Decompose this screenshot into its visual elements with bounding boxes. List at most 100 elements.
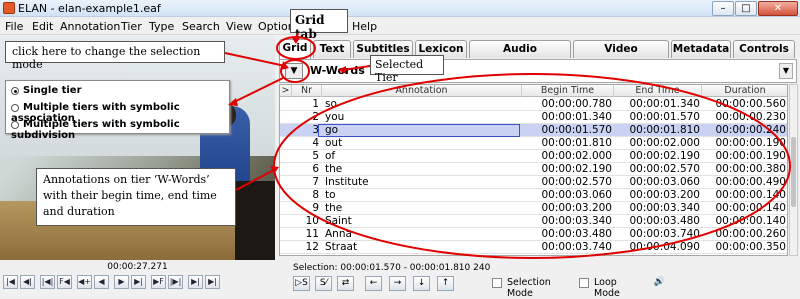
menu-tier[interactable]: Tier <box>121 20 142 33</box>
callout-selection-mode: click here to change the selection mode <box>5 41 225 71</box>
previous-annotation-button[interactable]: ← <box>365 276 382 291</box>
table-row[interactable]: 12 Straat 00:00:03.740 00:00:04.090 00:00:00… <box>280 241 787 254</box>
previous-scrollview-button[interactable]: ◀| <box>20 275 35 289</box>
menu-help[interactable]: Help <box>352 20 377 33</box>
cell-annotation[interactable]: Institute <box>325 176 520 189</box>
cell-annotation[interactable]: the <box>325 202 520 215</box>
cell-end-time: 00:00:04.090 <box>629 241 700 253</box>
tab-text[interactable]: Text <box>313 40 351 58</box>
minimize-button[interactable]: – <box>712 1 734 16</box>
title-bar: ELAN - elan-example1.eaf – □ ✕ <box>0 0 800 17</box>
volume-icon[interactable]: 🔊 <box>651 276 668 291</box>
tab-audio-recognizer[interactable]: Audio Recognizer <box>469 40 571 71</box>
cell-begin-time: 00:00:02.190 <box>541 163 612 175</box>
tier-dropdown-icon[interactable]: ▼ <box>779 63 793 79</box>
popup-item-symbolic-subdivision[interactable]: Multiple tiers with symbolic subdivision <box>11 119 229 141</box>
cell-annotation[interactable]: of <box>325 150 520 163</box>
scrollbar-thumb[interactable] <box>791 137 796 207</box>
cell-duration: 00:00:00.140 <box>715 202 786 214</box>
table-row[interactable]: 5 of 00:00:02.000 00:00:02.190 00:00:00.190 <box>280 150 787 163</box>
close-button[interactable]: ✕ <box>758 1 798 16</box>
cell-annotation[interactable]: Anna <box>325 228 520 241</box>
cell-annotation[interactable]: go <box>325 124 520 137</box>
cell-duration: 00:00:00.140 <box>715 189 786 201</box>
play-selection-back-button[interactable]: ◀ <box>94 275 109 289</box>
header-begin-time[interactable]: Begin Time <box>522 85 614 97</box>
table-row[interactable]: 8 to 00:00:03.060 00:00:03.200 00:00:00.140 <box>280 189 787 202</box>
annotation-below-button[interactable]: ↓ <box>413 276 430 291</box>
next-annotation-button[interactable]: → <box>389 276 406 291</box>
header-annotation[interactable]: Annotation <box>322 85 522 97</box>
toggle-active-boundary-button[interactable]: ⇄ <box>337 276 354 291</box>
table-row[interactable]: 1 so 00:00:00.780 00:00:01.340 00:00:00.560 <box>280 98 787 111</box>
menu-edit[interactable]: Edit <box>32 20 53 33</box>
next-frame-button[interactable]: ▶F <box>151 275 166 289</box>
header-duration[interactable]: Duration <box>702 85 787 97</box>
go-to-begin-button[interactable]: |◀ <box>3 275 18 289</box>
cell-annotation[interactable]: you <box>325 111 520 124</box>
annotation-above-button[interactable]: ↑ <box>437 276 454 291</box>
cell-duration: 00:00:00.350 <box>715 241 786 253</box>
header-nr[interactable]: Nr <box>292 85 322 97</box>
table-row[interactable]: 4 out 00:00:01.810 00:00:02.000 00:00:00.190 <box>280 137 787 150</box>
tab-metadata[interactable]: Metadata <box>671 40 731 58</box>
cell-annotation[interactable]: out <box>325 137 520 150</box>
selection-mode-label: Selection Mode <box>507 277 551 299</box>
cell-end-time: 00:00:03.340 <box>629 202 700 214</box>
table-row[interactable]: 6 the 00:00:02.190 00:00:02.570 00:00:00.380 <box>280 163 787 176</box>
maximize-button[interactable]: □ <box>735 1 757 16</box>
loop-mode-label: Loop Mode <box>594 277 620 299</box>
popup-item-single-tier[interactable]: Single tier <box>11 85 82 96</box>
cell-nr: 6 <box>312 163 319 175</box>
cell-annotation[interactable]: so <box>325 98 520 111</box>
cell-nr: 1 <box>312 98 319 110</box>
tier-selector[interactable]: ▼ W-Words ▼ <box>279 59 797 83</box>
table-row[interactable]: 11 Anna 00:00:03.480 00:00:03.740 00:00:00.2… <box>280 228 787 241</box>
cell-nr: 8 <box>312 189 319 201</box>
cell-begin-time: 00:00:02.570 <box>541 176 612 188</box>
table-row[interactable]: 10 Saint 00:00:03.340 00:00:03.480 00:00:00.… <box>280 215 787 228</box>
next-pixel-button[interactable]: ▶| <box>131 275 146 289</box>
header-marker[interactable]: > <box>280 85 292 97</box>
cell-duration: 00:00:00.380 <box>715 163 786 175</box>
grid-scrollbar[interactable] <box>789 84 798 256</box>
play-pause-button[interactable]: ▶ <box>114 275 129 289</box>
cell-duration: 00:00:00.140 <box>715 215 786 227</box>
table-row[interactable]: 2 you 00:00:01.340 00:00:01.570 00:00:00.230 <box>280 111 787 124</box>
table-row[interactable]: 3 go 00:00:01.570 00:00:01.810 00:00:00.240 <box>280 124 787 137</box>
tab-controls[interactable]: Controls <box>733 40 795 58</box>
header-end-time[interactable]: End Time <box>614 85 702 97</box>
tab-video-recognizer[interactable]: Video Recognizer <box>573 40 669 71</box>
clear-selection-button[interactable]: S⁄ <box>315 276 332 291</box>
window-title: ELAN - elan-example1.eaf <box>18 2 161 15</box>
cell-annotation[interactable]: Saint <box>325 215 520 228</box>
menu-search[interactable]: Search <box>182 20 220 33</box>
menu-view[interactable]: View <box>226 20 252 33</box>
cell-end-time: 00:00:03.060 <box>629 176 700 188</box>
table-row[interactable]: 9 the 00:00:03.200 00:00:03.340 00:00:00.140 <box>280 202 787 215</box>
selection-mode-button[interactable]: ▼ <box>285 63 303 79</box>
play-selection-button[interactable]: ▷S <box>293 276 310 291</box>
previous-pixel-button[interactable]: ◀+ <box>77 275 92 289</box>
cell-annotation[interactable]: to <box>325 189 520 202</box>
media-timecode: 00:00:27.271 <box>107 262 168 272</box>
selection-mode-checkbox[interactable] <box>492 278 502 288</box>
cell-end-time: 00:00:03.480 <box>629 215 700 227</box>
menu-file[interactable]: File <box>5 20 23 33</box>
menu-type[interactable]: Type <box>149 20 174 33</box>
table-row[interactable]: 7 Institute 00:00:02.570 00:00:03.060 00:00:… <box>280 176 787 189</box>
cell-end-time: 00:00:02.000 <box>629 137 700 149</box>
next-second-button[interactable]: |▶| <box>168 275 183 289</box>
cell-annotation[interactable]: Straat <box>325 241 520 254</box>
go-to-end-button[interactable]: ▶| <box>205 275 220 289</box>
cell-annotation[interactable]: the <box>325 163 520 176</box>
cell-begin-time: 00:00:03.060 <box>541 189 612 201</box>
loop-mode-checkbox[interactable] <box>579 278 589 288</box>
tab-grid[interactable]: Grid <box>279 39 311 59</box>
previous-second-button[interactable]: |◀| <box>40 275 55 289</box>
menu-bar: File Edit Annotation Tier Type Search Vi… <box>0 17 800 35</box>
next-scrollview-button[interactable]: ▶| <box>188 275 203 289</box>
cell-duration: 00:00:00.240 <box>715 124 786 136</box>
menu-annotation[interactable]: Annotation <box>60 20 120 33</box>
previous-frame-button[interactable]: F◀ <box>57 275 72 289</box>
